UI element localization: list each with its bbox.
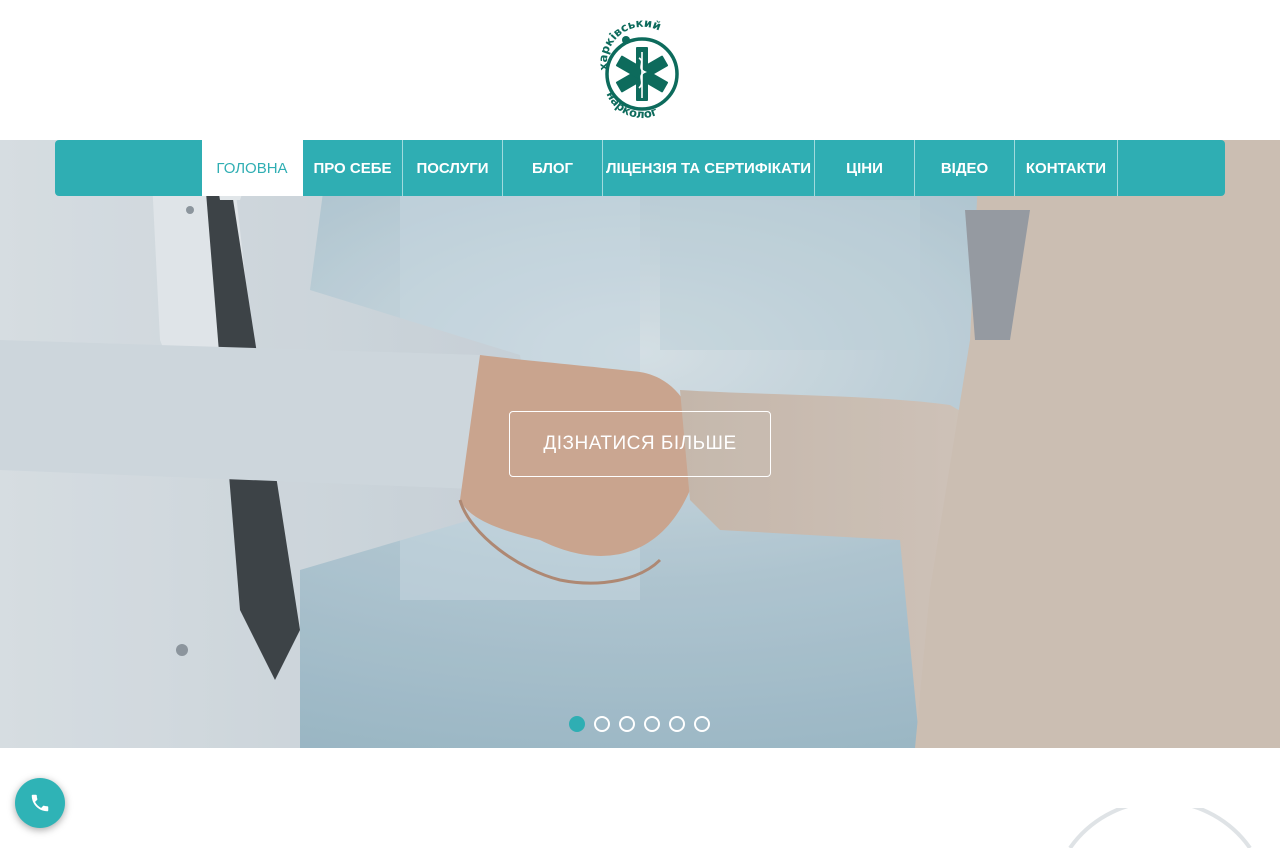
slider-dot-4[interactable] (644, 716, 660, 732)
nav-item-home[interactable]: ГОЛОВНА (202, 140, 303, 196)
nav-item-contacts[interactable]: КОНТАКТИ (1015, 140, 1118, 196)
site-logo[interactable]: харківський нарколог (590, 18, 690, 122)
nav-item-services[interactable]: ПОСЛУГИ (403, 140, 503, 196)
call-button[interactable] (15, 778, 65, 828)
main-navigation: ГОЛОВНА ПРО СЕБЕ ПОСЛУГИ БЛОГ ЛІЦЕНЗІЯ Т… (55, 140, 1225, 196)
slider-dot-3[interactable] (619, 716, 635, 732)
slider-dot-6[interactable] (694, 716, 710, 732)
site-header: харківський нарколог (0, 0, 1280, 140)
slider-pagination (569, 716, 710, 732)
slider-dot-5[interactable] (669, 716, 685, 732)
nav-item-about[interactable]: ПРО СЕБЕ (303, 140, 403, 196)
svg-text:нарколог: нарколог (604, 89, 659, 121)
learn-more-button[interactable]: ДІЗНАТИСЯ БІЛЬШЕ (509, 411, 771, 477)
hero-slider: ДІЗНАТИСЯ БІЛЬШЕ (0, 140, 1280, 748)
decorative-circle (1068, 808, 1252, 848)
nav-menu: ГОЛОВНА ПРО СЕБЕ ПОСЛУГИ БЛОГ ЛІЦЕНЗІЯ Т… (202, 140, 1118, 196)
slider-dot-1[interactable] (569, 716, 585, 732)
slider-dot-2[interactable] (594, 716, 610, 732)
nav-item-video[interactable]: ВІДЕО (915, 140, 1015, 196)
nav-item-license[interactable]: ЛІЦЕНЗІЯ ТА СЕРТИФІКАТИ (603, 140, 815, 196)
nav-item-prices[interactable]: ЦІНИ (815, 140, 915, 196)
nav-item-blog[interactable]: БЛОГ (503, 140, 603, 196)
phone-icon (31, 794, 49, 812)
